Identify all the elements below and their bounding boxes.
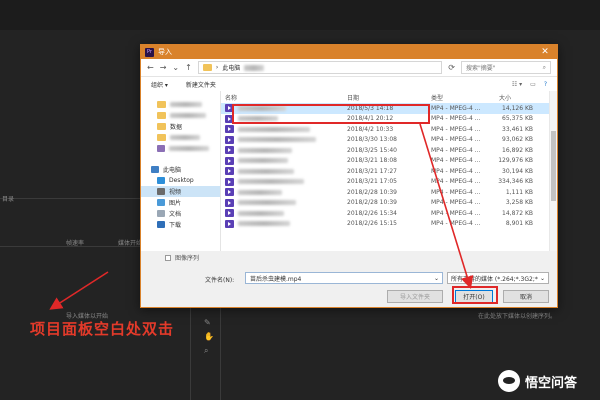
- arrow-to-open-button: [419, 123, 474, 290]
- arrow-to-project-panel: [49, 271, 109, 310]
- watermark: 悟空问答: [498, 370, 577, 392]
- watermark-text: 悟空问答: [525, 375, 578, 391]
- wukong-logo-icon: [498, 370, 520, 392]
- annotation-arrows: [49, 123, 474, 310]
- instruction-annotation: 项目面板空白处双击: [30, 320, 175, 338]
